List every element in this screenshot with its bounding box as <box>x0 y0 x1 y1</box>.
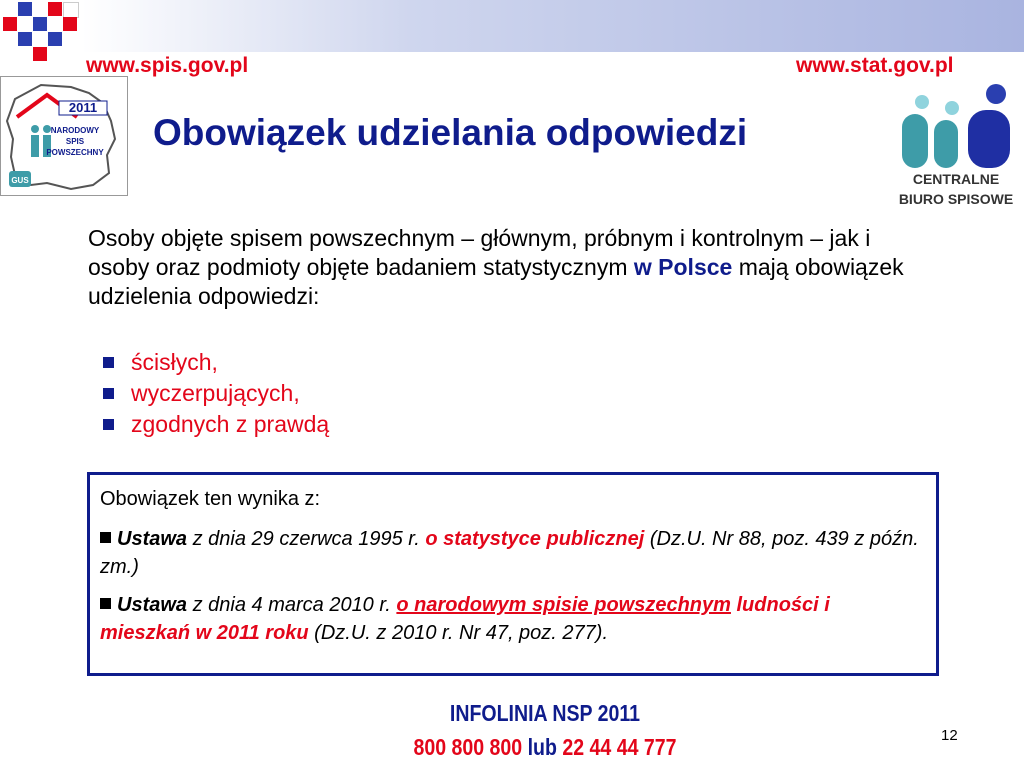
bullet-list: ścisłych, wyczerpujących, zgodnych z pra… <box>103 347 329 440</box>
square-bullet-icon <box>103 419 114 430</box>
law-1-name: o statystyce publicznej <box>425 528 645 550</box>
nsp-logo: 2011 NARODOWY SPIS POWSZECHNY GUS <box>0 76 128 196</box>
phone-conj: lub <box>522 734 563 760</box>
legal-basis-box: Obowiązek ten wynika z: Ustawa z dnia 29… <box>87 472 939 676</box>
logo-year: 2011 <box>69 100 97 115</box>
law-2: Ustawa z dnia 4 marca 2010 r. o narodowy… <box>100 594 830 644</box>
list-item: zgodnych z prawdą <box>103 409 329 440</box>
law-2-name: o narodowym spisie powszechnym <box>396 594 731 616</box>
logo-line2: SPIS <box>66 137 85 146</box>
cbs-line1: CENTRALNE <box>913 171 999 187</box>
infoline-phones: 800 800 800 lub 22 44 44 777 <box>82 734 1009 761</box>
intro-highlight: w Polsce <box>633 254 733 280</box>
list-item: wyczerpujących, <box>103 378 329 409</box>
people-icon: CENTRALNE BIURO SPISOWE <box>899 84 1013 207</box>
square-bullet-icon <box>103 357 114 368</box>
grid-squares-icon <box>0 0 90 70</box>
phone-2: 22 44 44 777 <box>562 734 677 760</box>
box-lead: Obowiązek ten wynika z: <box>100 488 321 510</box>
slide-title: Obowiązek udzielania odpowiedzi <box>153 112 748 153</box>
header-band <box>0 0 1024 52</box>
gus-badge: GUS <box>11 176 29 185</box>
cbs-line2: BIURO SPISOWE <box>899 191 1013 207</box>
logo-line1: NARODOWY <box>51 126 100 135</box>
law-1: Ustawa z dnia 29 czerwca 1995 r. o staty… <box>100 528 919 578</box>
logo-line3: POWSZECHNY <box>46 148 104 157</box>
square-bullet-icon <box>100 532 111 543</box>
spis-link[interactable]: www.spis.gov.pl <box>86 54 248 78</box>
intro-text: Osoby objęte spisem powszechnym – główny… <box>88 224 908 311</box>
square-bullet-icon <box>103 388 114 399</box>
phone-1: 800 800 800 <box>413 734 523 760</box>
infoline-title: INFOLINIA NSP 2011 <box>449 700 641 726</box>
stat-link[interactable]: www.stat.gov.pl <box>796 54 954 78</box>
square-bullet-icon <box>100 598 111 609</box>
list-item: ścisłych, <box>103 347 329 378</box>
poland-map-icon: 2011 NARODOWY SPIS POWSZECHNY GUS <box>5 83 117 191</box>
cbs-logo: CENTRALNE BIURO SPISOWE <box>884 82 1024 212</box>
page-number: 12 <box>941 727 958 744</box>
